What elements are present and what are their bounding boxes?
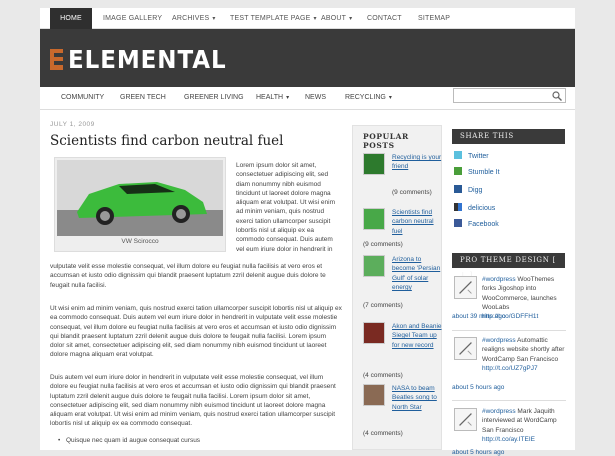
popular-post-item: NASA to beam Beatles song to North Star …	[363, 384, 442, 437]
popular-post-item: Akon and Beanie Siegel Team up for new r…	[363, 322, 442, 379]
nav-news[interactable]: NEWS	[305, 88, 326, 108]
share-twitter[interactable]: Twitter	[454, 151, 489, 163]
logo-icon	[50, 49, 63, 70]
share-delicious-label: delicious	[468, 205, 496, 212]
post-paragraph-3: Duis autem vel eum iriure dolor in hendr…	[50, 374, 336, 428]
popular-post-link[interactable]: Arizona to become 'Persian Gulf' of sola…	[392, 255, 442, 293]
site-header: ELEMENTAL	[40, 29, 575, 87]
nav-green-tech[interactable]: GREEN TECH	[120, 88, 166, 108]
post-paragraph-1: Lorem ipsum dolor sit amet, consectetuer…	[236, 162, 335, 253]
hashtag-link[interactable]: #wordpress	[482, 276, 516, 283]
comment-count: (4 comments)	[363, 430, 403, 437]
tweet-item: #wordpress Automattic realigns website s…	[452, 336, 566, 391]
delicious-icon	[454, 203, 462, 211]
popular-post-item: Arizona to become 'Persian Gulf' of sola…	[363, 255, 442, 309]
chevron-down-icon: ▾	[212, 16, 216, 22]
hashtag-link[interactable]: #wordpress	[482, 408, 516, 415]
search-icon[interactable]	[552, 91, 562, 101]
tweet-link[interactable]: http://t.co/ay.ITEIE	[482, 436, 535, 443]
post-thumbnail[interactable]	[363, 255, 385, 277]
share-facebook-label: Facebook	[468, 221, 499, 228]
search-input[interactable]	[453, 88, 566, 103]
post-paragraph-2: Ut wisi enim ad minim veniam, quis nostr…	[50, 305, 342, 359]
twitter-icon	[454, 151, 462, 159]
popular-post-link[interactable]: Recycling is your friend	[392, 153, 442, 172]
divider	[452, 330, 566, 331]
popular-post-link[interactable]: Scientists find carbon neutral fuel	[392, 208, 442, 236]
post-thumbnail[interactable]	[363, 153, 385, 175]
share-digg-label: Digg	[468, 187, 483, 194]
tweet-time[interactable]: about 39 mins ago	[452, 313, 505, 320]
list-item: Quisque nec quam id augue consequat curs…	[58, 437, 200, 444]
nav-recycling-label: RECYCLING	[345, 94, 386, 101]
nav-test-template-page[interactable]: TEST TEMPLATE PAGE ▾	[230, 8, 317, 29]
comment-count: (9 comments)	[363, 189, 453, 196]
nav-health[interactable]: HEALTH ▾	[256, 88, 289, 108]
nav-about-label: ABOUT	[321, 15, 347, 22]
divider	[452, 400, 566, 401]
tweet-time[interactable]: about 5 hours ago	[452, 384, 504, 391]
comment-count-text: (9 comments)	[392, 189, 432, 196]
nav-health-label: HEALTH	[256, 94, 284, 101]
page: HOME IMAGE GALLERY ARCHIVES ▾ TEST TEMPLA…	[40, 8, 575, 456]
share-this-title: SHARE THIS	[452, 129, 565, 144]
nav-home[interactable]: HOME	[50, 8, 92, 29]
nav-contact[interactable]: CONTACT	[367, 8, 402, 29]
post-content: JULY 1, 2009 Scientists find carbon neut…	[50, 121, 342, 444]
hashtag-link[interactable]: #wordpress	[482, 337, 516, 344]
quill-icon	[454, 337, 477, 360]
share-stumbleupon-label: Stumble It	[468, 169, 500, 176]
post-thumbnail[interactable]	[363, 322, 385, 344]
tweet-item: #wordpress Mark Jaquith interviewed at W…	[452, 407, 566, 456]
nav-archives[interactable]: ARCHIVES ▾	[172, 8, 216, 29]
tweet-item: #wordpress WooThemes forks Jigoshop into…	[452, 275, 566, 321]
chevron-down-icon: ▾	[388, 95, 392, 101]
nav-archives-label: ARCHIVES	[172, 15, 210, 22]
chevron-down-icon: ▾	[286, 95, 290, 101]
nav-community[interactable]: COMMUNITY	[61, 88, 104, 108]
car-image	[57, 160, 223, 236]
tweet-text: #wordpress Mark Jaquith interviewed at W…	[482, 407, 566, 444]
post-paragraph-1-continued: vulputate velit esse molestie consequat,…	[50, 263, 326, 289]
nav-greener-living[interactable]: GREENER LIVING	[184, 88, 244, 108]
popular-posts-title: POPULAR POSTS	[363, 132, 409, 150]
post-title[interactable]: Scientists find carbon neutral fuel	[50, 133, 340, 149]
share-stumbleupon[interactable]: Stumble It	[454, 167, 500, 179]
twitter-feed-title: PRO THEME DESIGN [ ↓ ]	[452, 253, 565, 279]
popular-posts-panel: POPULAR POSTS Recycling is your friend (…	[352, 125, 442, 450]
tweet-link[interactable]: http://t.co/UZ7gPJ7	[482, 365, 538, 372]
share-delicious[interactable]: delicious	[454, 203, 495, 215]
comment-count: (4 comments)	[363, 372, 403, 379]
nav-recycling[interactable]: RECYCLING ▾	[345, 88, 392, 108]
facebook-icon	[454, 219, 462, 227]
post-date: JULY 1, 2009	[50, 121, 95, 128]
top-navigation: HOME IMAGE GALLERY ARCHIVES ▾ TEST TEMPLA…	[40, 8, 575, 29]
nav-test-label: TEST TEMPLATE PAGE	[230, 15, 311, 22]
nav-about[interactable]: ABOUT ▾	[321, 8, 352, 29]
chevron-down-icon: ▾	[313, 16, 317, 22]
share-facebook[interactable]: Facebook	[454, 219, 499, 231]
chevron-down-icon: ▾	[349, 16, 353, 22]
popular-post-item: Scientists find carbon neutral fuel (9 c…	[363, 208, 441, 260]
share-twitter-label: Twitter	[468, 153, 489, 160]
share-digg[interactable]: Digg	[454, 185, 482, 197]
nav-image-gallery[interactable]: IMAGE GALLERY	[103, 8, 162, 29]
post-figure: VW Scirocco	[54, 157, 226, 252]
quill-icon	[454, 408, 477, 431]
digg-icon	[454, 185, 462, 193]
popular-post-item: Recycling is your friend (9 comments)	[363, 153, 441, 205]
nav-sitemap[interactable]: SITEMAP	[418, 8, 450, 29]
site-logo[interactable]: ELEMENTAL	[68, 45, 227, 74]
tweet-text: #wordpress Automattic realigns website s…	[482, 336, 566, 373]
quill-icon	[454, 276, 477, 299]
tweet-time[interactable]: about 5 hours ago	[452, 449, 504, 456]
post-thumbnail[interactable]	[363, 384, 385, 406]
popular-post-link[interactable]: NASA to beam Beatles song to North Star	[392, 384, 442, 412]
comment-count: (7 comments)	[363, 302, 403, 309]
stumbleupon-icon	[454, 167, 462, 175]
comment-count: (9 comments)	[363, 241, 403, 248]
post-thumbnail[interactable]	[363, 208, 385, 230]
figure-caption: VW Scirocco	[121, 238, 159, 245]
popular-post-link[interactable]: Akon and Beanie Siegel Team up for new r…	[392, 322, 442, 350]
